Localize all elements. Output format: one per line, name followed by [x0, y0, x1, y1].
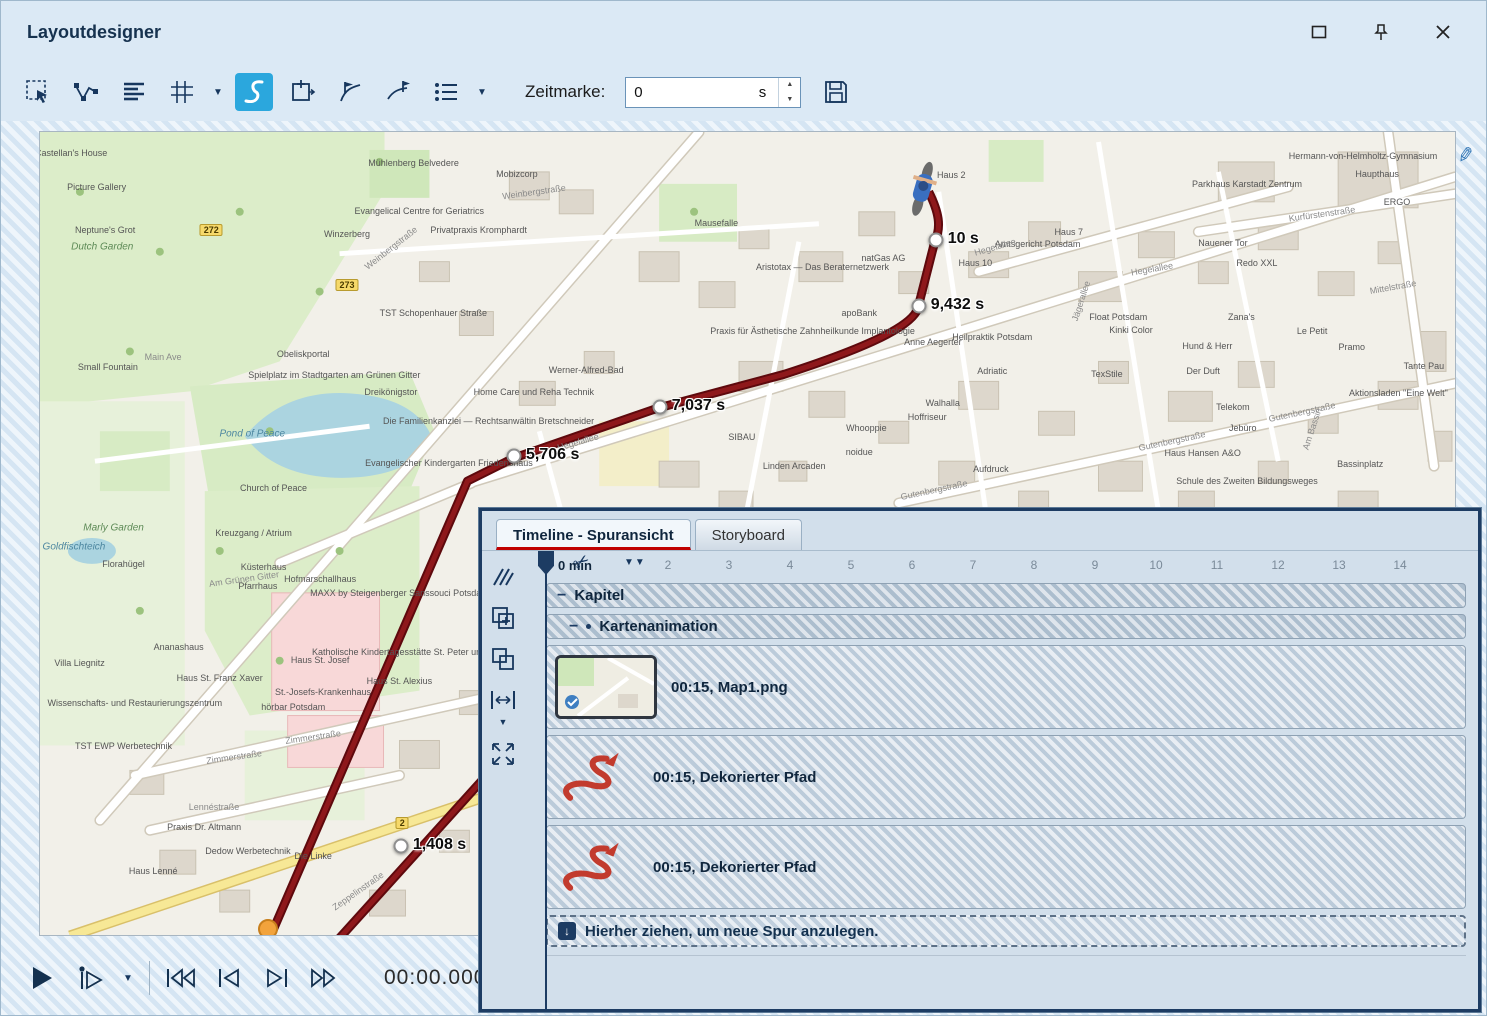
playhead[interactable] — [545, 551, 547, 1009]
previous-frame-button[interactable] — [212, 958, 246, 998]
ruler-tick: 2 — [665, 558, 672, 572]
fit-timeline-dropdown[interactable]: ▼ — [499, 717, 508, 727]
dropzone-label: Hierher ziehen, um neue Spur anzulegen. — [585, 923, 878, 940]
path-end-tool-button[interactable] — [379, 73, 417, 111]
pin-button[interactable] — [1364, 17, 1398, 47]
ruler-tick: 3 — [726, 558, 733, 572]
zeitmarke-spinner[interactable]: ▲▼ — [778, 78, 800, 107]
route-point-icon[interactable] — [652, 399, 667, 414]
skip-to-end-button[interactable] — [308, 958, 342, 998]
time-display: 00:00.000 — [384, 966, 486, 990]
ruler-tick: 6 — [909, 558, 916, 572]
expand-tracks-icon[interactable] — [489, 740, 517, 768]
ruler-tick: 4 — [787, 558, 794, 572]
play-button[interactable] — [25, 958, 59, 998]
new-track-dropzone[interactable]: ↓ Hierher ziehen, um neue Spur anzulegen… — [546, 915, 1466, 947]
ruler-tick: 9 — [1092, 558, 1099, 572]
ruler-tick: 7 — [970, 558, 977, 572]
timeline-tracks: − Kapitel − Kartenanimation 00:15, — [524, 579, 1478, 979]
zeitmarke-input[interactable]: 0 s ▲▼ — [625, 77, 801, 108]
fit-timeline-icon[interactable] — [489, 686, 517, 714]
zeitmarke-value[interactable]: 0 — [626, 78, 755, 107]
timeline-ruler[interactable]: 0 min ✂ ▼▼ 234567891011121314 — [524, 551, 1478, 579]
path-clip-thumbnail — [555, 834, 639, 900]
spin-down-icon[interactable]: ▼ — [779, 92, 800, 107]
ruler-tick: 8 — [1031, 558, 1038, 572]
play-from-marker-button[interactable] — [73, 958, 107, 998]
track-clip-dekorierter-pfad-2[interactable]: 00:15, Dekorierter Pfad — [546, 825, 1466, 909]
spin-up-icon[interactable]: ▲ — [779, 78, 800, 93]
grid-tool-button[interactable] — [163, 73, 201, 111]
map-edit-icon[interactable]: ✎ — [1451, 144, 1479, 165]
skip-to-start-button[interactable] — [164, 958, 198, 998]
route-time-label: 5,706 s — [526, 447, 579, 465]
play-from-dropdown[interactable]: ▼ — [121, 959, 135, 997]
empty-track-area — [546, 955, 1466, 979]
route-time-label: 10 s — [948, 230, 979, 248]
restore-window-button[interactable] — [1302, 17, 1336, 47]
zeitmarke-label: Zeitmarke: — [525, 82, 605, 102]
route-start-marker[interactable] — [258, 919, 278, 936]
tab-timeline-spuransicht[interactable]: Timeline - Spuransicht — [496, 519, 691, 550]
transform-box-tool-button[interactable] — [283, 73, 321, 111]
main-toolbar: ▼ ▼ Zeitmarke: 0 s ▲▼ — [1, 63, 1486, 121]
grid-tool-dropdown[interactable]: ▼ — [211, 73, 225, 111]
track-clip-map1[interactable]: 00:15, Map1.png — [546, 645, 1466, 729]
save-button[interactable] — [817, 73, 855, 111]
route-point-icon[interactable] — [507, 449, 522, 464]
add-track-icon[interactable] — [489, 604, 517, 632]
track-list-tool-button[interactable] — [427, 73, 465, 111]
zeitmarke-unit: s — [755, 78, 779, 107]
timeline-track-region: 0 min ✂ ▼▼ 234567891011121314 − Kapitel … — [524, 551, 1478, 1009]
route-point-icon[interactable] — [928, 232, 943, 247]
route-time-label: 1,408 s — [413, 836, 466, 854]
map-clip-thumbnail — [555, 655, 657, 719]
clip-label: 00:15, Dekorierter Pfad — [653, 769, 816, 786]
path-clip-thumbnail — [555, 744, 639, 810]
collapse-icon[interactable]: − — [569, 619, 578, 635]
track-group-kartenanimation[interactable]: − Kartenanimation — [546, 614, 1466, 639]
ruler-tick: 5 — [848, 558, 855, 572]
collapse-icon[interactable]: − — [557, 588, 566, 604]
clip-label: 00:15, Map1.png — [671, 679, 788, 696]
bullet-icon — [586, 624, 591, 629]
ruler-tick: 14 — [1393, 558, 1406, 572]
clip-label: 00:15, Dekorierter Pfad — [653, 859, 816, 876]
path-start-tool-button[interactable] — [331, 73, 369, 111]
group-label: Kartenanimation — [599, 618, 717, 635]
track-clip-dekorierter-pfad-1[interactable]: 00:15, Dekorierter Pfad — [546, 735, 1466, 819]
razor-tracks-icon[interactable] — [489, 563, 517, 591]
ruler-tick: 10 — [1149, 558, 1162, 572]
group-label: Kapitel — [574, 587, 624, 604]
curve-nodes-tool-button[interactable] — [67, 73, 105, 111]
tab-storyboard[interactable]: Storyboard — [695, 519, 802, 550]
title-bar: Layoutdesigner — [1, 1, 1486, 63]
ruler-tick: 13 — [1332, 558, 1345, 572]
route-point-icon[interactable] — [911, 299, 926, 314]
window-title: Layoutdesigner — [27, 22, 1274, 43]
timeline-tool-column: ▼ — [482, 551, 524, 1009]
duplicate-track-icon[interactable] — [489, 645, 517, 673]
layer-list-tool-button[interactable] — [115, 73, 153, 111]
s-curve-tool-button[interactable] — [235, 73, 273, 111]
ruler-tick: 12 — [1271, 558, 1284, 572]
transport-bar: ▼ 00:00.000 — [25, 949, 486, 1007]
next-frame-button[interactable] — [260, 958, 294, 998]
transport-separator — [149, 961, 150, 995]
route-point-icon[interactable] — [393, 838, 408, 853]
route-time-label: 7,037 s — [672, 397, 725, 415]
drop-arrow-icon: ↓ — [558, 922, 576, 940]
route-time-label: 9,432 s — [931, 296, 984, 314]
ruler-tick: 11 — [1211, 558, 1223, 572]
track-list-dropdown[interactable]: ▼ — [475, 73, 489, 111]
select-tool-button[interactable] — [19, 73, 57, 111]
track-group-kapitel[interactable]: − Kapitel — [546, 583, 1466, 608]
timeline-tab-bar: Timeline - Spuransicht Storyboard — [482, 511, 1478, 551]
jump-markers-icon[interactable]: ▼▼ — [624, 557, 646, 568]
layoutdesigner-window: Layoutdesigner ▼ — [0, 0, 1487, 1016]
close-button[interactable] — [1426, 17, 1460, 47]
timeline-panel: Timeline - Spuransicht Storyboard ▼ — [479, 508, 1481, 1012]
